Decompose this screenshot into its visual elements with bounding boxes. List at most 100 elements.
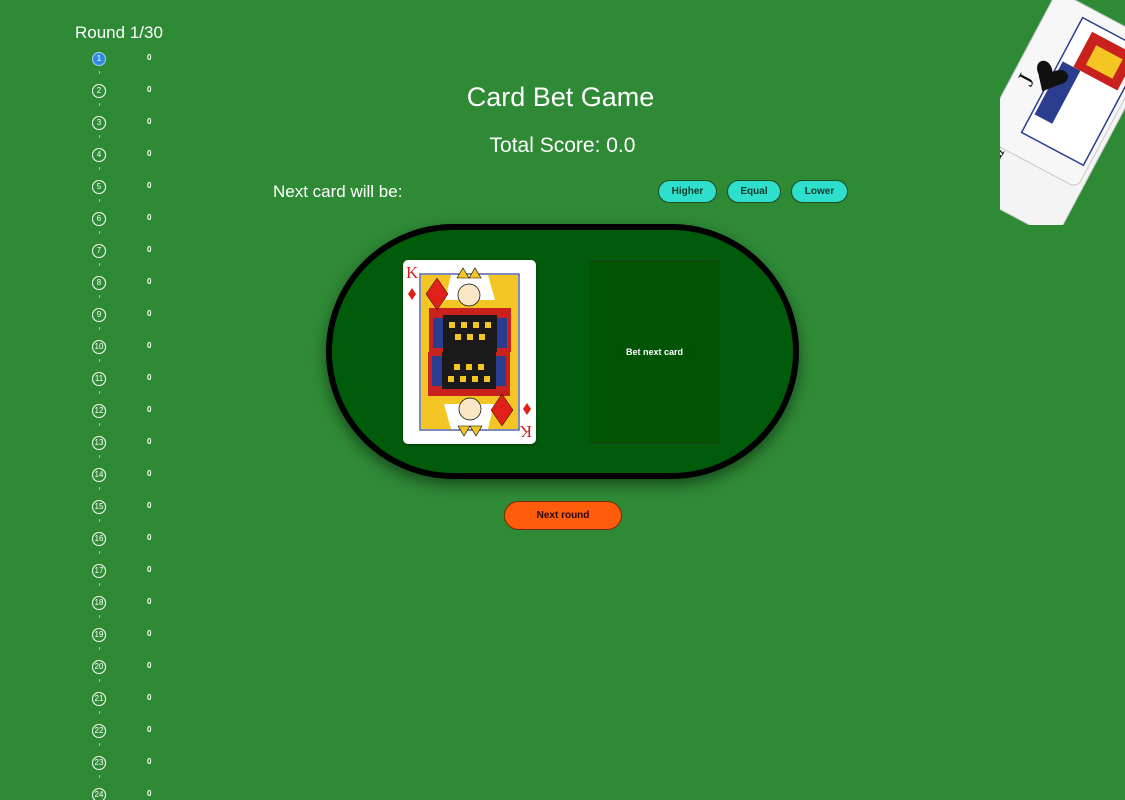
- round-score: 0: [147, 501, 152, 510]
- round-score: 0: [147, 245, 152, 254]
- round-row: 14 0: [92, 468, 162, 490]
- round-row: 20 0: [92, 660, 162, 682]
- round-number-badge: 5: [92, 180, 106, 194]
- round-row: 30: [92, 116, 162, 138]
- round-row: 23 0: [92, 756, 162, 778]
- round-connector: [99, 711, 100, 714]
- round-row: 19 0: [92, 628, 162, 650]
- round-connector: [99, 551, 100, 554]
- round-connector: [99, 167, 100, 170]
- round-number-badge: 6: [92, 212, 106, 226]
- round-row: 18 0: [92, 596, 162, 618]
- round-score: 0: [147, 213, 152, 222]
- bet-slot-label: Bet next card: [625, 347, 684, 357]
- round-score: 0: [147, 629, 152, 638]
- round-score: 0: [147, 693, 152, 702]
- round-number-badge: 24: [92, 788, 106, 800]
- round-score: 0: [147, 373, 152, 382]
- page-title-wrap: Card Bet Game: [0, 82, 1125, 113]
- round-score: 0: [147, 53, 152, 62]
- round-number-badge: 15: [92, 500, 106, 514]
- round-indicator: Round 1/30: [75, 23, 163, 42]
- bet-prompt-label: Next card will be:: [273, 182, 403, 201]
- round-row: 24 0: [92, 788, 162, 800]
- round-score: 0: [147, 469, 152, 478]
- round-row: 16 0: [92, 532, 162, 554]
- round-connector: [99, 295, 100, 298]
- round-score: 0: [147, 597, 152, 606]
- round-number-badge: 23: [92, 756, 106, 770]
- round-row: 11 0: [92, 372, 162, 394]
- round-connector: [99, 359, 100, 362]
- round-row: 90: [92, 308, 162, 330]
- round-row: 17 0: [92, 564, 162, 586]
- next-card-slot[interactable]: Bet next card: [589, 260, 720, 444]
- round-row: 80: [92, 276, 162, 298]
- card-table: [326, 224, 799, 479]
- round-row: 22 0: [92, 724, 162, 746]
- round-row: 50: [92, 180, 162, 202]
- round-score: 0: [147, 405, 152, 414]
- round-connector: [99, 615, 100, 618]
- decorative-cards-icon: A J: [960, 0, 1125, 237]
- round-connector: [99, 199, 100, 202]
- round-number-badge: 7: [92, 244, 106, 258]
- round-number-badge: 11: [92, 372, 106, 386]
- round-number-badge: 17: [92, 564, 106, 578]
- svg-text:K: K: [519, 422, 532, 441]
- round-row: 13 0: [92, 436, 162, 458]
- king-of-diamonds-card-art: K K: [406, 263, 532, 441]
- round-number-badge: 1: [92, 52, 106, 66]
- round-number-badge: 10: [92, 340, 106, 354]
- round-connector: [99, 455, 100, 458]
- round-score: 0: [147, 661, 152, 670]
- next-round-button[interactable]: Next round: [504, 501, 622, 530]
- round-connector: [99, 679, 100, 682]
- round-connector: [99, 519, 100, 522]
- round-row: 15 0: [92, 500, 162, 522]
- bet-lower-button[interactable]: Lower: [791, 180, 848, 203]
- round-score: 0: [147, 757, 152, 766]
- round-score: 0: [147, 725, 152, 734]
- round-number-badge: 22: [92, 724, 106, 738]
- round-number-badge: 12: [92, 404, 106, 418]
- round-number-badge: 14: [92, 468, 106, 482]
- round-connector: [99, 327, 100, 330]
- round-number-badge: 13: [92, 436, 106, 450]
- round-connector: [99, 743, 100, 746]
- round-number-badge: 19: [92, 628, 106, 642]
- bet-higher-button[interactable]: Higher: [658, 180, 717, 203]
- round-score: 0: [147, 117, 152, 126]
- round-row: 10 0: [92, 340, 162, 362]
- round-connector: [99, 231, 100, 234]
- page-title: Card Bet Game: [466, 82, 655, 112]
- round-connector: [99, 647, 100, 650]
- round-number-badge: 21: [92, 692, 106, 706]
- round-connector: [99, 487, 100, 490]
- round-number-badge: 20: [92, 660, 106, 674]
- round-score: 0: [147, 277, 152, 286]
- round-connector: [99, 263, 100, 266]
- round-score: 0: [147, 789, 152, 798]
- round-score: 0: [147, 181, 152, 190]
- decorative-cards: A J: [960, 0, 1125, 237]
- round-number-badge: 3: [92, 116, 106, 130]
- total-score-wrap: Total Score: 0.0: [0, 134, 1125, 158]
- round-score: 0: [147, 533, 152, 542]
- bet-equal-button[interactable]: Equal: [727, 180, 781, 203]
- round-connector: [99, 423, 100, 426]
- round-row: 12 0: [92, 404, 162, 426]
- total-score: Total Score: 0.0: [489, 134, 636, 157]
- round-number-badge: 8: [92, 276, 106, 290]
- round-connector: [99, 391, 100, 394]
- round-row: 10: [92, 52, 162, 74]
- round-row: 70: [92, 244, 162, 266]
- round-connector: [99, 71, 100, 74]
- svg-text:K: K: [406, 263, 419, 282]
- round-connector: [99, 583, 100, 586]
- round-row: 60: [92, 212, 162, 234]
- round-row: 21 0: [92, 692, 162, 714]
- round-score: 0: [147, 437, 152, 446]
- round-score: 0: [147, 565, 152, 574]
- round-score: 0: [147, 309, 152, 318]
